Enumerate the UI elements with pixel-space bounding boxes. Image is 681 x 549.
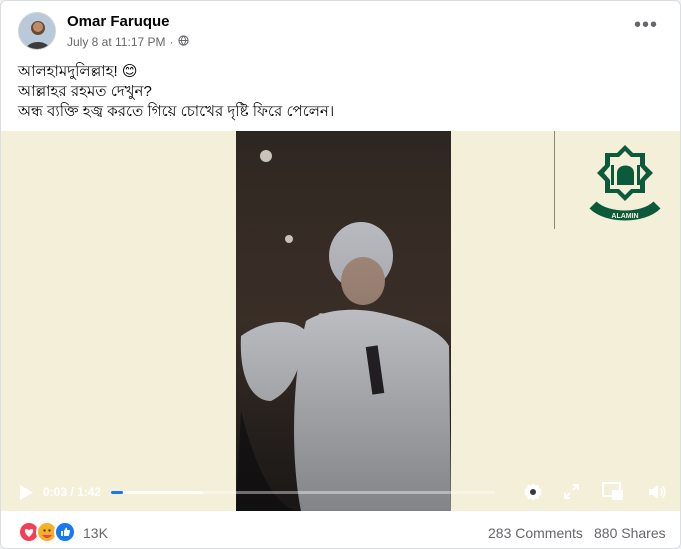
post-timestamp[interactable]: July 8 at 11:17 PM: [67, 35, 166, 49]
video-time: 0:03 / 1:42: [43, 485, 101, 499]
video-controls: 0:03 / 1:42: [1, 476, 680, 511]
duration: 1:42: [77, 485, 102, 499]
fullscreen-icon[interactable]: [563, 483, 580, 505]
settings-icon[interactable]: [523, 482, 543, 507]
post-text: আলহামদুলিল্লাহ! 😊 আল্লাহর রহমত দেখুন? অন…: [18, 62, 658, 122]
globe-icon: [177, 35, 189, 49]
current-time: 0:03: [43, 485, 68, 499]
video-frame: ALAMIN: [1, 131, 680, 511]
shares-count[interactable]: 880 Shares: [594, 525, 666, 541]
author-name[interactable]: Omar Faruque: [67, 13, 170, 30]
buffered-bar: [111, 491, 204, 494]
like-icon: [54, 521, 76, 543]
more-options-icon[interactable]: •••: [634, 15, 658, 35]
played-bar: [111, 491, 123, 494]
comments-count[interactable]: 283 Comments: [488, 525, 583, 541]
post-line: অন্ধ ব্যক্তি হজ্ব করতে গিয়ে চোখের দৃষ্ট…: [18, 103, 335, 120]
video-player[interactable]: ALAMIN: [1, 131, 680, 511]
progress-bar[interactable]: [111, 491, 495, 494]
logo-text: ALAMIN: [611, 213, 638, 220]
post-line: আলহামদুলিল্লাহ! 😊: [18, 63, 138, 80]
picture-in-picture-icon[interactable]: [602, 482, 624, 506]
post-header: Omar Faruque July 8 at 11:17 PM · •••: [1, 1, 680, 57]
post-line: আল্লাহর রহমত দেখুন?: [18, 83, 152, 100]
time-separator: /: [70, 485, 74, 499]
reaction-count[interactable]: 13K: [83, 525, 108, 541]
post-footer: 13K 283 Comments 880 Shares: [1, 513, 680, 548]
play-icon[interactable]: [18, 484, 34, 506]
post-card: Omar Faruque July 8 at 11:17 PM · ••• আল…: [0, 0, 681, 549]
post-meta: July 8 at 11:17 PM ·: [67, 35, 189, 49]
reactions[interactable]: [18, 521, 76, 543]
volume-icon[interactable]: [647, 482, 667, 507]
avatar[interactable]: [18, 12, 56, 50]
meta-separator: ·: [169, 35, 174, 49]
